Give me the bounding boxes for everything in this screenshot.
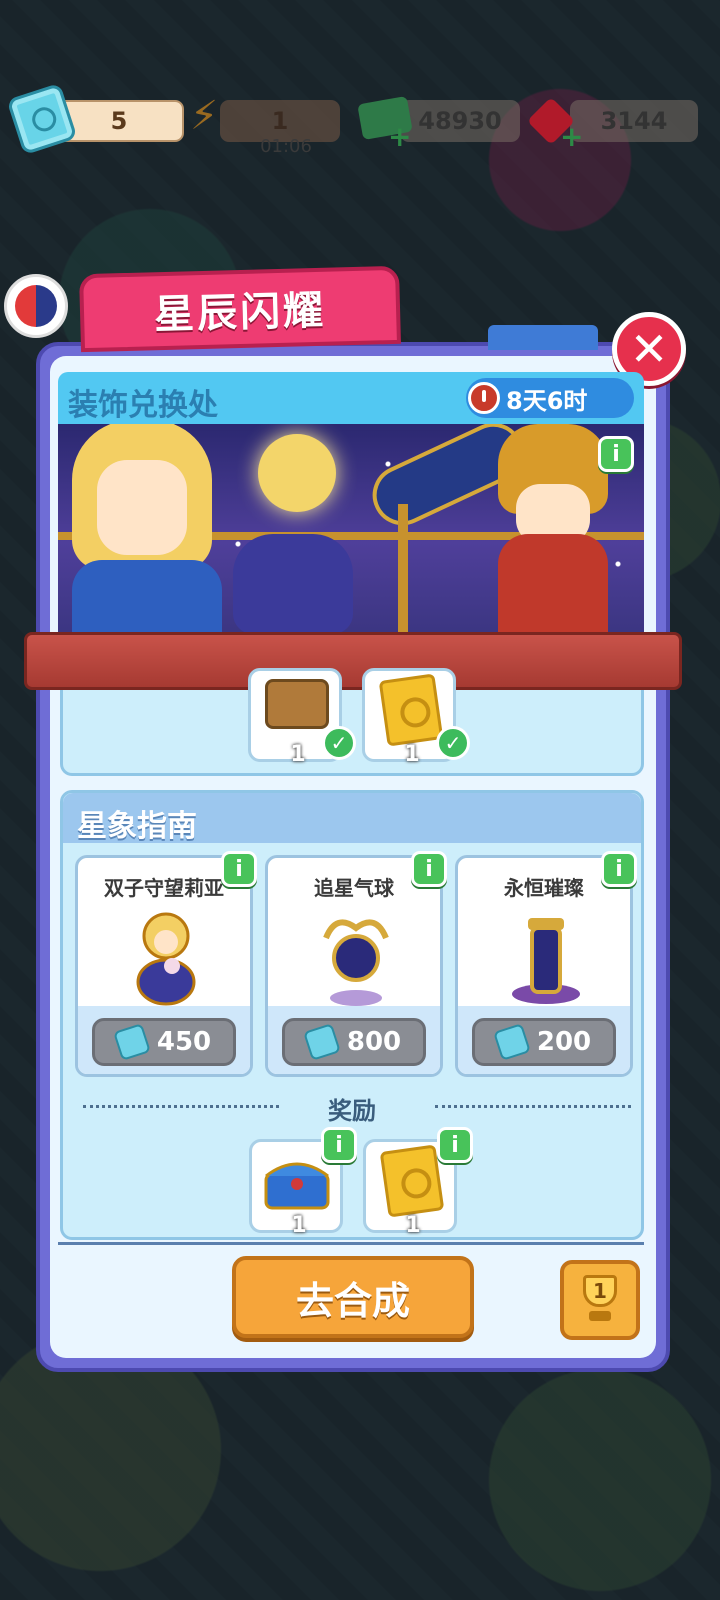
reward-info-button[interactable]: i (321, 1127, 357, 1163)
trophy-icon: 1 (577, 1275, 623, 1325)
info-icon: i (335, 1132, 343, 1158)
eternal-pillar-icon (512, 918, 580, 1004)
blue-chest-icon (264, 1162, 330, 1210)
telescope-stand (398, 504, 408, 634)
price-area: 200 (458, 1006, 630, 1074)
claimed-check-icon: ✓ (322, 726, 356, 760)
star-balloon-icon (323, 919, 389, 1006)
ticket-icon (112, 1023, 151, 1061)
go-merge-button[interactable]: 去合成 (232, 1256, 474, 1338)
add-gem-icon[interactable]: + (560, 120, 583, 153)
info-icon: i (235, 856, 243, 882)
blonde-hero-character (62, 424, 232, 640)
add-cash-icon[interactable]: + (388, 120, 411, 153)
wooden-shelf (24, 632, 682, 690)
item-info-button[interactable]: i (601, 851, 637, 887)
decor-tab (488, 325, 598, 350)
lightning-icon: ⚡ (190, 93, 219, 139)
guide-title: 星象指南 (77, 809, 197, 844)
side-event-button[interactable] (4, 274, 68, 338)
energy-timer: 01:06 (260, 136, 312, 157)
scroll-icon (379, 1144, 445, 1218)
reward-qty: 1 (405, 1213, 421, 1238)
price-area: 800 (268, 1006, 440, 1074)
shop-header: 装饰兑换处 8天6时 (58, 372, 644, 424)
claimed-check-icon: ✓ (436, 726, 470, 760)
info-icon: i (451, 1132, 459, 1158)
gem-count: 3144 (570, 100, 698, 142)
shop-item-star-balloon[interactable]: 追星气球 800 (265, 855, 443, 1077)
event-title: 星辰闪耀 (79, 265, 401, 353)
item-price: 200 (536, 1027, 592, 1057)
item-price: 800 (346, 1027, 402, 1057)
chest-icon (265, 679, 329, 729)
item-info-button[interactable]: i (411, 851, 447, 887)
shop-item-twin-statue[interactable]: 双子守望莉亚 450 (75, 855, 253, 1077)
shop-item-eternal-pillar[interactable]: 永恒璀璨 200 (455, 855, 633, 1077)
buy-button[interactable]: 450 (92, 1018, 236, 1066)
reward-label: 奖励 (328, 1097, 376, 1125)
clock-icon (468, 382, 500, 414)
gem-counter[interactable]: 3144 + (526, 96, 700, 153)
banner-info-button[interactable]: i (598, 436, 634, 472)
trophy-count: 1 (593, 1279, 607, 1303)
buy-button[interactable]: 800 (282, 1018, 426, 1066)
item-info-button[interactable]: i (221, 851, 257, 887)
star-guide-section: 星象指南 双子守望莉亚 450 i 追星气球 800 i 永恒璀璨 200 i … (60, 790, 644, 1240)
ticket-counter[interactable]: 5 (6, 82, 184, 156)
twin-statue-icon (136, 912, 196, 1006)
close-icon: ✕ (629, 322, 669, 376)
reward-qty: 1 (291, 1213, 307, 1238)
price-area: 450 (78, 1006, 250, 1074)
guide-header: 星象指南 (63, 793, 641, 844)
moon-icon (258, 434, 336, 512)
cash-count: 48930 (400, 100, 520, 142)
item-price: 450 (156, 1027, 212, 1057)
shop-title: 装饰兑换处 (68, 388, 218, 423)
blue-cat-character (233, 534, 353, 634)
info-icon: i (615, 856, 623, 882)
buy-button[interactable]: 200 (472, 1018, 616, 1066)
footer-divider (58, 1242, 644, 1245)
divider-right (435, 1105, 631, 1108)
time-left: 8天6时 (506, 386, 588, 415)
energy-counter[interactable]: 1 ⚡ 01:06 (190, 96, 340, 157)
cash-counter[interactable]: 48930 + (357, 95, 520, 153)
trophy-button[interactable]: 1 (560, 1260, 640, 1340)
ticket-icon (302, 1023, 341, 1061)
event-timer: 8天6时 (466, 378, 634, 418)
reward-info-button[interactable]: i (437, 1127, 473, 1163)
event-banner: i (58, 424, 644, 640)
scroll-icon (378, 673, 444, 747)
info-icon: i (425, 856, 433, 882)
ticket-icon (492, 1023, 531, 1061)
info-icon: i (612, 441, 620, 467)
